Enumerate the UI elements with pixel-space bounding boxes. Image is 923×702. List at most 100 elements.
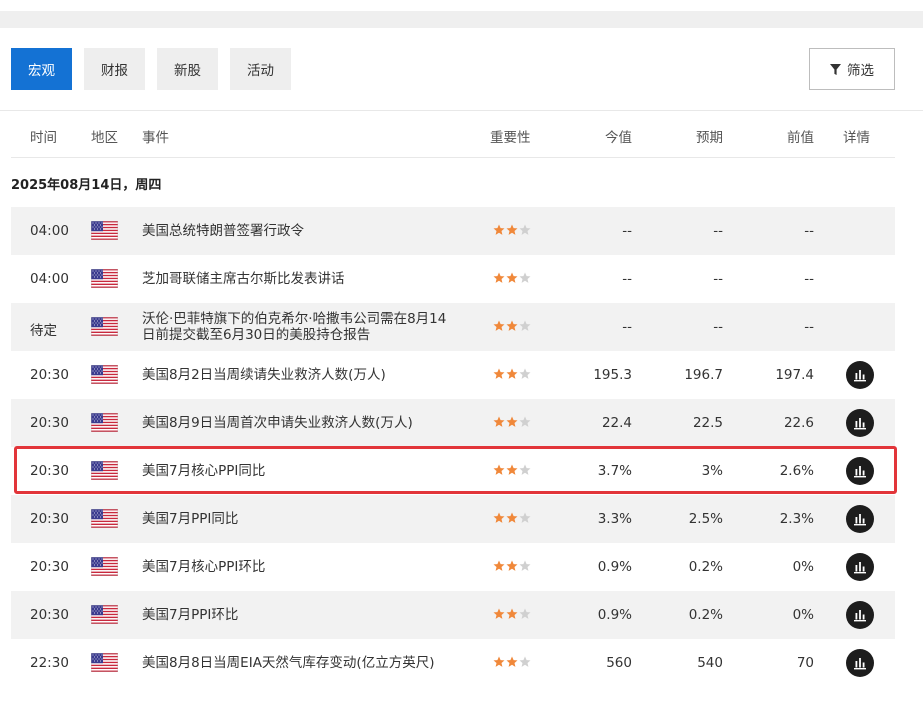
bar-chart-icon <box>853 656 867 670</box>
importance-stars <box>493 560 531 572</box>
detail-chart-button[interactable] <box>846 361 874 389</box>
detail-chart-button[interactable] <box>846 409 874 437</box>
event-title[interactable]: 美国7月PPI同比 <box>142 511 452 527</box>
date-heading: 2025年08月14日，周四 <box>11 178 162 193</box>
star-filled-icon <box>506 464 518 475</box>
event-row: 22:30 美国8月8日当周EIA天然气库存变动(亿立方英尺) 560 540 … <box>11 639 895 687</box>
event-row: 20:30 美国7月PPI同比 3.3% 2.5% 2.3% <box>11 495 895 543</box>
event-row: 20:30 美国7月核心PPI环比 0.9% 0.2% 0% <box>11 543 895 591</box>
previous-value: 22.6 <box>783 415 814 431</box>
event-title[interactable]: 沃伦·巴菲特旗下的伯克希尔·哈撒韦公司需在8月14日前提交截至6月30日的美股持… <box>142 311 452 343</box>
detail-chart-button[interactable] <box>846 457 874 485</box>
star-filled-icon <box>493 320 505 331</box>
forecast-value: 540 <box>697 655 723 671</box>
star-filled-icon <box>506 560 518 571</box>
importance-stars <box>493 416 531 428</box>
event-time: 20:30 <box>30 415 69 431</box>
tab-ipo[interactable]: 新股 <box>157 48 218 90</box>
event-time: 04:00 <box>30 223 69 239</box>
forecast-value: -- <box>713 271 723 287</box>
us-flag-icon <box>90 460 119 481</box>
star-filled-icon <box>493 416 505 427</box>
col-forecast: 预期 <box>696 130 723 146</box>
bar-chart-icon <box>853 464 867 478</box>
event-row: 04:00 美国总统特朗普签署行政令 -- -- -- <box>11 207 895 255</box>
event-title[interactable]: 美国7月核心PPI同比 <box>142 463 452 479</box>
previous-value: 2.3% <box>779 511 814 527</box>
event-title[interactable]: 美国7月核心PPI环比 <box>142 559 452 575</box>
col-actual: 今值 <box>605 130 632 146</box>
us-flag-icon <box>90 604 119 625</box>
forecast-value: -- <box>713 223 723 239</box>
detail-chart-button[interactable] <box>846 601 874 629</box>
col-previous: 前值 <box>787 130 814 146</box>
detail-chart-button[interactable] <box>846 505 874 533</box>
us-flag-icon <box>90 652 119 673</box>
us-flag-icon <box>90 364 119 385</box>
star-filled-icon <box>506 368 518 379</box>
importance-stars <box>493 608 531 620</box>
star-filled-icon <box>493 224 505 235</box>
previous-value: 70 <box>796 655 814 671</box>
detail-chart-button[interactable] <box>846 553 874 581</box>
us-flag-icon <box>90 268 119 289</box>
importance-stars <box>493 272 531 284</box>
bar-chart-icon <box>853 512 867 526</box>
actual-value: -- <box>622 319 632 335</box>
importance-stars <box>493 224 531 236</box>
event-title[interactable]: 美国8月9日当周首次申请失业救济人数(万人) <box>142 415 452 431</box>
col-detail: 详情 <box>843 130 870 146</box>
importance-stars <box>493 656 531 668</box>
event-time: 20:30 <box>30 367 69 383</box>
star-filled-icon <box>493 272 505 283</box>
event-title[interactable]: 美国总统特朗普签署行政令 <box>142 223 452 239</box>
actual-value: 195.3 <box>593 367 632 383</box>
event-row: 20:30 美国7月核心PPI同比 3.7% 3% 2.6% <box>11 447 895 495</box>
event-title[interactable]: 美国8月8日当周EIA天然气库存变动(亿立方英尺) <box>142 655 452 671</box>
previous-value: 2.6% <box>779 463 814 479</box>
event-title[interactable]: 芝加哥联储主席古尔斯比发表讲话 <box>142 271 452 287</box>
forecast-value: 2.5% <box>688 511 723 527</box>
table-header: 时间 地区 事件 重要性 今值 预期 前值 详情 <box>11 111 895 158</box>
forecast-value: 0.2% <box>688 607 723 623</box>
event-time: 20:30 <box>30 511 69 527</box>
star-empty-icon <box>519 272 531 283</box>
bar-chart-icon <box>853 560 867 574</box>
star-empty-icon <box>519 464 531 475</box>
event-title[interactable]: 美国8月2日当周续请失业救济人数(万人) <box>142 367 452 383</box>
forecast-value: 22.5 <box>692 415 723 431</box>
importance-stars <box>493 368 531 380</box>
actual-value: -- <box>622 271 632 287</box>
event-time: 20:30 <box>30 463 69 479</box>
tab-events[interactable]: 活动 <box>230 48 291 90</box>
event-row: 04:00 芝加哥联储主席古尔斯比发表讲话 -- -- -- <box>11 255 895 303</box>
importance-stars <box>493 464 531 476</box>
star-empty-icon <box>519 560 531 571</box>
filter-icon <box>830 63 841 75</box>
event-time: 20:30 <box>30 559 69 575</box>
event-row: 20:30 美国8月2日当周续请失业救济人数(万人) 195.3 196.7 1… <box>11 351 895 399</box>
actual-value: 0.9% <box>597 559 632 575</box>
actual-value: 22.4 <box>601 415 632 431</box>
star-filled-icon <box>493 464 505 475</box>
bar-chart-icon <box>853 416 867 430</box>
star-filled-icon <box>506 656 518 667</box>
star-filled-icon <box>493 512 505 523</box>
previous-value: -- <box>804 223 814 239</box>
star-empty-icon <box>519 656 531 667</box>
actual-value: 3.3% <box>597 511 632 527</box>
previous-value: -- <box>804 319 814 335</box>
us-flag-icon <box>90 316 119 337</box>
col-event: 事件 <box>142 130 169 146</box>
tab-earnings[interactable]: 财报 <box>84 48 145 90</box>
category-tabs: 宏观 财报 新股 活动 <box>11 48 291 90</box>
tab-macro[interactable]: 宏观 <box>11 48 72 90</box>
filter-button[interactable]: 筛选 <box>809 48 895 90</box>
importance-stars <box>493 320 531 332</box>
event-title[interactable]: 美国7月PPI环比 <box>142 607 452 623</box>
col-time: 时间 <box>30 130 57 146</box>
forecast-value: 3% <box>701 463 723 479</box>
event-row: 待定 沃伦·巴菲特旗下的伯克希尔·哈撒韦公司需在8月14日前提交截至6月30日的… <box>11 303 895 351</box>
detail-chart-button[interactable] <box>846 649 874 677</box>
col-region: 地区 <box>91 130 118 146</box>
